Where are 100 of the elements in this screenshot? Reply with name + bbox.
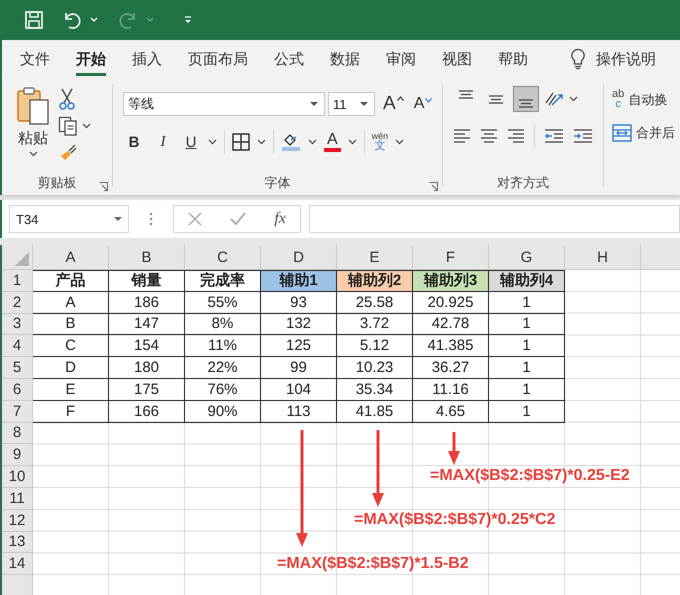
caret-icon[interactable]: [257, 139, 266, 145]
dropdown-arrow-icon[interactable]: [114, 216, 122, 222]
dialog-launcher-icon[interactable]: [429, 182, 438, 191]
header-cell: 辅助列3: [413, 270, 489, 292]
table-cell: 132: [261, 314, 337, 336]
ribbon-tab[interactable]: 帮助: [486, 42, 540, 76]
align-right-icon[interactable]: [507, 128, 525, 144]
table-cell: 90%: [185, 400, 261, 423]
column-header[interactable]: H: [565, 245, 641, 270]
ribbon-tab[interactable]: 审阅: [374, 42, 428, 76]
table-cell: 175: [109, 378, 185, 401]
caret-icon[interactable]: [208, 139, 217, 145]
table-cell: 154: [109, 335, 185, 358]
lightbulb-icon[interactable]: [570, 48, 586, 70]
column-header[interactable]: A: [33, 245, 109, 270]
fill-color-icon[interactable]: [281, 132, 301, 152]
table-cell: D: [33, 357, 109, 379]
column-header[interactable]: C: [185, 245, 261, 270]
decrease-font-size-button[interactable]: A: [412, 95, 434, 113]
font-name-dropdown[interactable]: 等线: [123, 92, 325, 116]
caret-icon[interactable]: [395, 139, 404, 145]
caret-icon[interactable]: [82, 123, 91, 129]
table-cell: 5.12: [337, 335, 413, 358]
customize-icon[interactable]: [184, 16, 192, 24]
table-cell: 180: [109, 357, 185, 379]
merge-cells-icon: [612, 124, 632, 142]
table-cell: 35.34: [337, 378, 413, 401]
dialog-launcher-icon[interactable]: [99, 182, 108, 191]
caret-icon[interactable]: [569, 96, 578, 102]
group-label: 剪贴板: [38, 174, 76, 192]
column-header[interactable]: B: [109, 245, 185, 270]
ribbon-tab[interactable]: 开始: [64, 42, 118, 76]
chevron-up-icon: [396, 96, 404, 101]
copy-icon[interactable]: [58, 116, 78, 136]
ribbon-tab[interactable]: 插入: [120, 42, 174, 76]
scissors-icon[interactable]: [58, 88, 76, 110]
table-cell: 1: [489, 357, 565, 379]
ribbon-tab[interactable]: 视图: [430, 42, 484, 76]
caret-icon[interactable]: [28, 151, 38, 157]
group-label: 字体: [264, 174, 290, 192]
ribbon-tab[interactable]: 公式: [262, 42, 316, 76]
caret-icon[interactable]: [348, 139, 357, 145]
tell-me-search[interactable]: 操作说明: [596, 50, 656, 68]
table-cell: 55%: [185, 292, 261, 314]
ribbon-tab[interactable]: 页面布局: [176, 42, 260, 76]
undo-icon[interactable]: [62, 10, 82, 30]
table-cell: 166: [109, 400, 185, 423]
font-size-dropdown[interactable]: 11: [328, 92, 375, 116]
chevron-down-icon: [425, 98, 432, 103]
grip-icon: [149, 212, 153, 226]
row-header[interactable]: 8: [2, 422, 33, 444]
table-cell: 1: [489, 400, 565, 423]
formula-annotation: =MAX($B$2:$B$7)*0.25-E2: [430, 466, 630, 486]
table-cell: 125: [261, 335, 337, 358]
align-left-icon[interactable]: [453, 128, 471, 144]
row-header[interactable]: 13: [2, 532, 33, 554]
table-cell: 3.72: [337, 314, 413, 336]
checkmark-icon[interactable]: [230, 212, 246, 226]
table-cell: A: [33, 292, 109, 314]
paste-button[interactable]: 粘贴: [16, 86, 50, 171]
dropdown-arrow-icon[interactable]: [360, 102, 368, 106]
table-cell: 99: [261, 357, 337, 379]
align-lines-icon: [518, 99, 534, 108]
font-color-button[interactable]: A: [324, 132, 341, 152]
header-cell: 销量: [109, 270, 185, 292]
ribbon-tab[interactable]: 文件: [8, 42, 62, 76]
table-cell: 4.65: [413, 400, 489, 423]
increase-indent-icon[interactable]: [573, 128, 593, 144]
underline-button[interactable]: U: [181, 134, 201, 150]
decrease-indent-icon[interactable]: [544, 128, 564, 144]
row-header[interactable]: 3: [2, 314, 33, 336]
header-cell: 产品: [33, 270, 109, 292]
arrow: [448, 432, 460, 465]
bottom-align-button[interactable]: [513, 86, 539, 112]
formula-input[interactable]: [309, 205, 680, 233]
clipboard-icon[interactable]: [16, 86, 50, 126]
italic-button[interactable]: I: [152, 134, 174, 150]
header-cell: 辅助列2: [337, 270, 413, 292]
caret-icon[interactable]: [308, 139, 317, 145]
insert-function-button[interactable]: fx: [274, 210, 286, 228]
bold-button[interactable]: B: [123, 134, 145, 150]
table-cell: 36.27: [413, 357, 489, 379]
table-cell: 1: [489, 292, 565, 314]
phonetic-guide-button[interactable]: wén 文: [372, 132, 388, 152]
table-cell: 11%: [185, 335, 261, 358]
borders-icon[interactable]: [232, 133, 250, 151]
increase-font-size-button[interactable]: A: [381, 93, 406, 115]
dropdown-arrow-icon[interactable]: [310, 102, 318, 106]
save-icon[interactable]: [24, 10, 44, 30]
table-cell: 186: [109, 292, 185, 314]
table-cell: 1: [489, 335, 565, 358]
table-cell: 42.78: [413, 314, 489, 336]
align-center-icon[interactable]: [480, 128, 498, 144]
align-lines-icon: [458, 90, 474, 99]
name-box[interactable]: T34: [9, 205, 129, 233]
table-cell: 1: [489, 378, 565, 401]
ribbon-tab[interactable]: 数据: [318, 42, 372, 76]
table-cell: 11.16: [413, 378, 489, 401]
table-cell: 25.58: [337, 292, 413, 314]
merge-button[interactable]: 合并后: [612, 124, 680, 142]
